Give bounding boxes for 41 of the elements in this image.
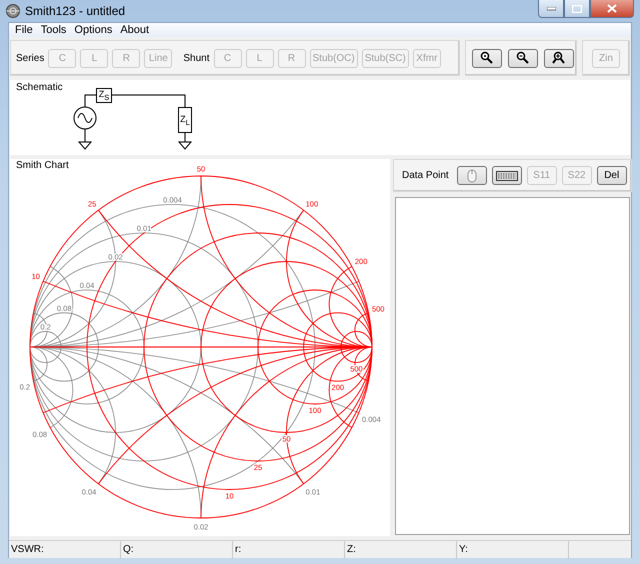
zoom-in-icon (480, 51, 494, 65)
wire (84, 94, 96, 108)
ground-icon (178, 142, 192, 150)
source-impedance-box: Z$_{S}$ (96, 88, 112, 103)
status-field: Q: (121, 541, 233, 559)
panel-title: Smith Chart (15, 159, 69, 173)
shunt-label: Shunt (183, 52, 210, 64)
menu-item[interactable]: Options (70, 24, 116, 36)
window-title: Smith123 - untitled (25, 4, 126, 18)
data-point-button[interactable]: Del (596, 166, 627, 185)
magnifier-icon (552, 51, 566, 65)
status-field: Z: (345, 541, 457, 559)
minimize-button[interactable] (538, 0, 564, 18)
wire (184, 132, 186, 142)
ground-icon (78, 142, 92, 150)
status-field: r: (233, 541, 345, 559)
menu-item[interactable]: Tools (36, 24, 70, 36)
mouse-icon (466, 168, 477, 182)
wire (84, 128, 86, 142)
keyboard-button[interactable] (492, 166, 522, 185)
series-label: Series (16, 52, 44, 64)
minimize-icon (546, 6, 556, 10)
zoom-fit-button[interactable] (544, 48, 574, 68)
ac-source-icon (74, 106, 96, 130)
close-button[interactable] (590, 0, 634, 18)
close-icon (607, 4, 617, 13)
zoom-out-icon (516, 51, 530, 65)
app-icon (6, 4, 20, 18)
mouse-button[interactable] (456, 166, 487, 185)
data-point-label: Data Point (402, 170, 449, 181)
zoom-in-button[interactable] (472, 48, 502, 68)
zoom-out-button[interactable] (508, 48, 538, 68)
menu-item[interactable]: About (116, 24, 154, 36)
menu-item[interactable]: File (11, 24, 37, 36)
panel-title: Schematic (16, 82, 63, 93)
maximize-icon (572, 4, 582, 12)
status-field: VSWR: (9, 541, 121, 559)
load-impedance-box: Z$_{L}$ (178, 107, 192, 133)
status-field: Y: (457, 541, 569, 559)
maximize-button[interactable] (564, 0, 590, 18)
keyboard-icon (496, 170, 518, 180)
